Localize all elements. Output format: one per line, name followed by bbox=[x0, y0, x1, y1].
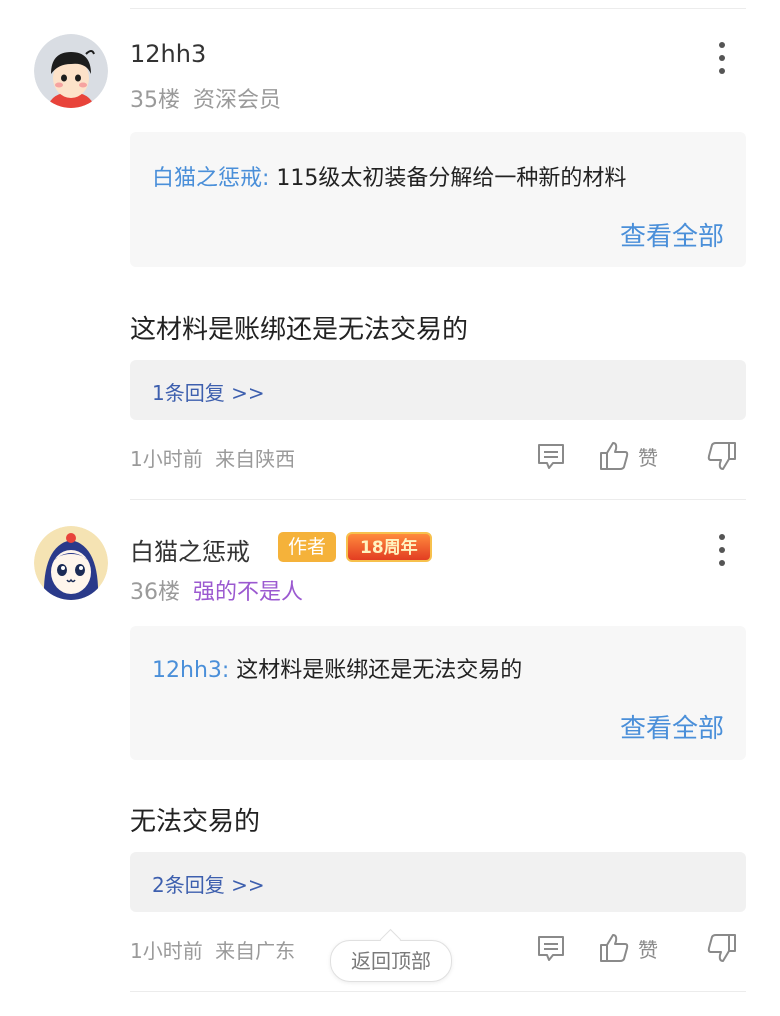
like-button[interactable]: 赞 bbox=[598, 440, 658, 472]
reply-count: 1条回复 >> bbox=[152, 381, 265, 405]
more-icon bbox=[719, 534, 725, 540]
more-options-button[interactable] bbox=[712, 38, 732, 78]
replies-link[interactable]: 1条回复 >> bbox=[130, 360, 746, 420]
member-level: 资深会员 bbox=[193, 88, 282, 113]
author-badge: 作者 bbox=[278, 532, 337, 562]
avatar-anime-girl-icon bbox=[34, 526, 108, 600]
avatar-boy-icon bbox=[34, 34, 108, 108]
user-avatar[interactable] bbox=[34, 34, 108, 108]
user-avatar[interactable] bbox=[34, 526, 108, 600]
dislike-button[interactable] bbox=[706, 932, 738, 964]
comment-icon bbox=[538, 936, 564, 961]
post-time: 1小时前 bbox=[130, 447, 203, 471]
post-content: 无法交易的 bbox=[130, 807, 261, 837]
quote-text: 12hh3: 这材料是账绑还是无法交易的 bbox=[152, 652, 522, 684]
comment-button[interactable] bbox=[536, 933, 566, 963]
quote-body: 这材料是账绑还是无法交易的 bbox=[236, 658, 523, 683]
member-level: 强的不是人 bbox=[193, 580, 304, 605]
thumbs-up-icon bbox=[600, 934, 629, 962]
post-content: 这材料是账绑还是无法交易的 bbox=[130, 315, 469, 345]
back-to-top-button[interactable]: 返回顶部 bbox=[330, 928, 452, 982]
bottom-divider bbox=[130, 991, 746, 992]
like-button[interactable]: 赞 bbox=[598, 932, 658, 964]
like-label: 赞 bbox=[638, 937, 658, 962]
more-options-button[interactable] bbox=[712, 530, 732, 570]
reply-count: 2条回复 >> bbox=[152, 873, 265, 897]
back-to-top-arrow-icon bbox=[379, 928, 402, 951]
floor-number: 36楼 bbox=[130, 580, 180, 605]
dislike-button[interactable] bbox=[706, 440, 738, 472]
anniversary-badge: 18周年 bbox=[346, 532, 432, 562]
more-icon bbox=[719, 42, 725, 48]
post-divider bbox=[130, 499, 746, 500]
quote-box: 白猫之惩戒: 115级太初装备分解给一种新的材料 查看全部 bbox=[130, 132, 746, 267]
quote-box: 12hh3: 这材料是账绑还是无法交易的 查看全部 bbox=[130, 626, 746, 760]
comment-button[interactable] bbox=[536, 441, 566, 471]
thumbs-down-icon bbox=[707, 442, 736, 470]
quote-text: 白猫之惩戒: 115级太初装备分解给一种新的材料 bbox=[152, 160, 626, 192]
post-footer-meta: 1小时前 来自陕西 bbox=[130, 443, 295, 472]
quote-author[interactable]: 12hh3: bbox=[152, 658, 229, 683]
thumbs-down-icon bbox=[707, 934, 736, 962]
like-label: 赞 bbox=[638, 445, 658, 470]
quote-body: 115级太初装备分解给一种新的材料 bbox=[276, 166, 627, 191]
user-meta: 35楼 资深会员 bbox=[130, 82, 281, 114]
view-all-link[interactable]: 查看全部 bbox=[620, 708, 724, 745]
comment-icon bbox=[538, 444, 564, 469]
back-to-top-label: 返回顶部 bbox=[351, 949, 431, 973]
thumbs-up-icon bbox=[600, 442, 629, 470]
post-footer-meta: 1小时前 来自广东 bbox=[130, 935, 295, 964]
username[interactable]: 12hh3 bbox=[130, 40, 206, 68]
username[interactable]: 白猫之惩戒 bbox=[130, 532, 250, 567]
replies-link[interactable]: 2条回复 >> bbox=[130, 852, 746, 912]
user-meta: 36楼 强的不是人 bbox=[130, 574, 303, 606]
post-location: 来自陕西 bbox=[215, 447, 296, 471]
quote-author[interactable]: 白猫之惩戒: bbox=[152, 166, 269, 191]
floor-number: 35楼 bbox=[130, 88, 180, 113]
post-time: 1小时前 bbox=[130, 939, 203, 963]
top-divider bbox=[130, 8, 746, 9]
post-location: 来自广东 bbox=[215, 939, 296, 963]
view-all-link[interactable]: 查看全部 bbox=[620, 216, 724, 253]
